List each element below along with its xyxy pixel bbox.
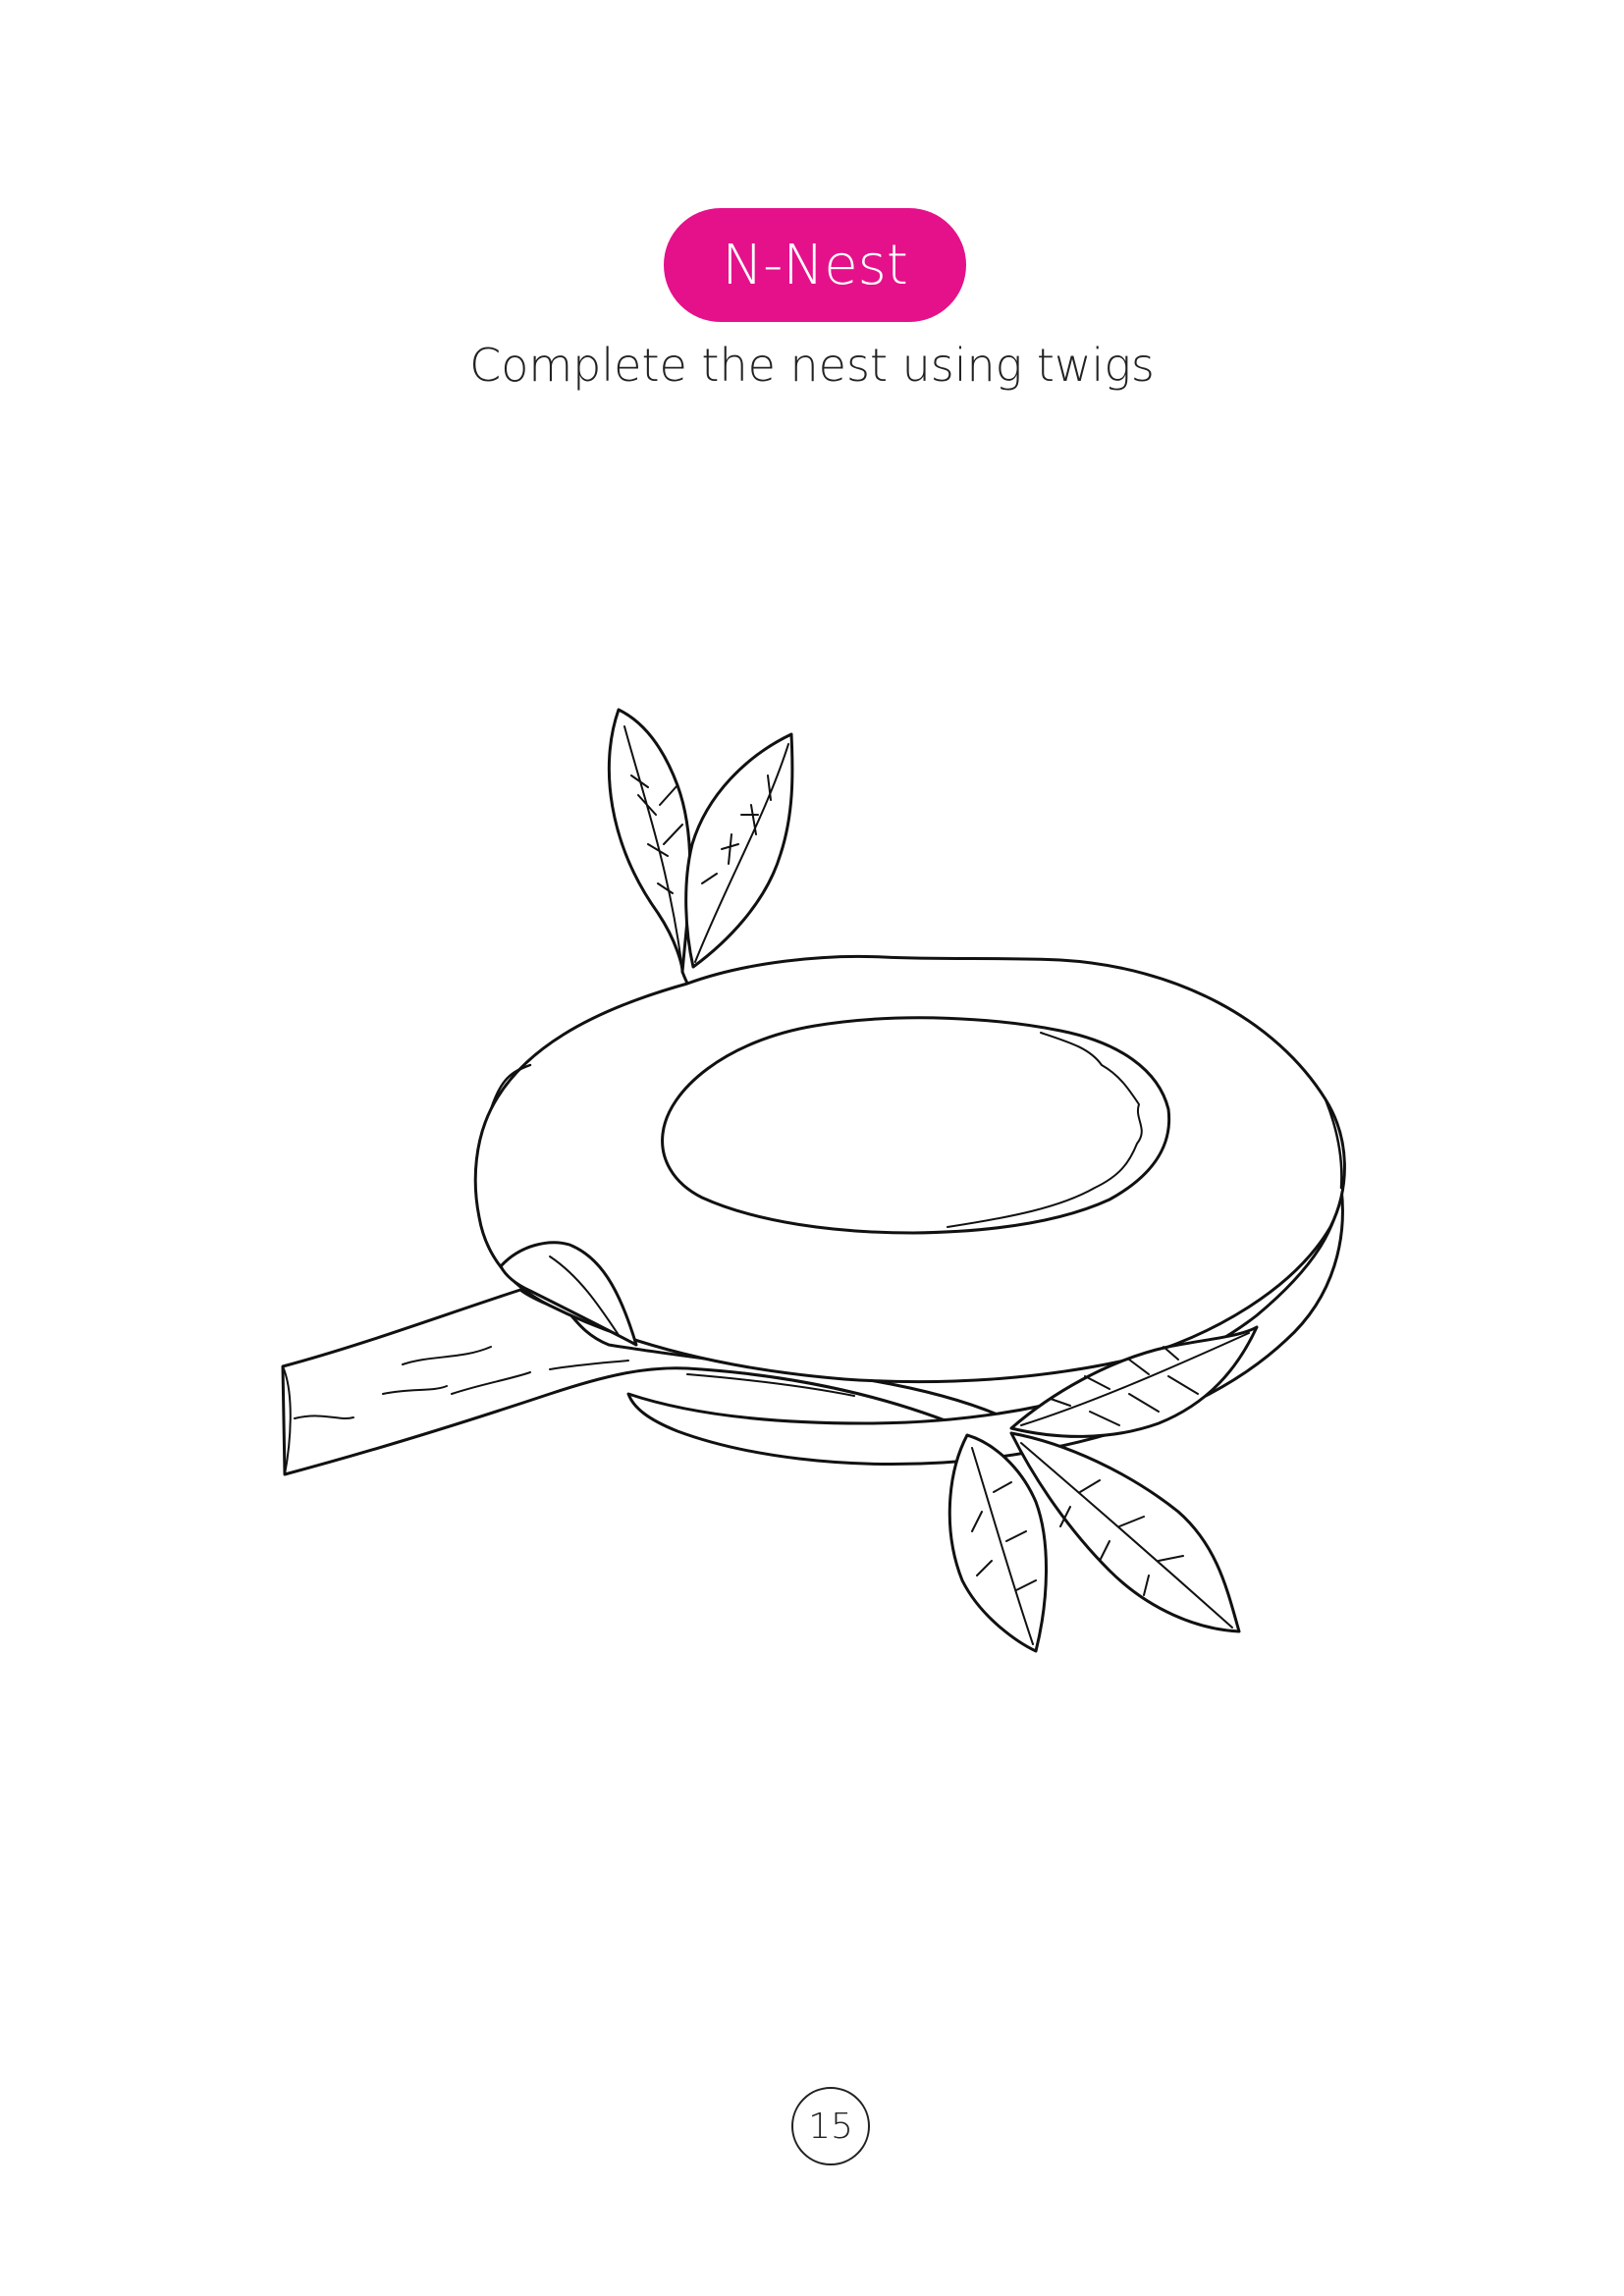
page-number-badge: 15 bbox=[791, 2087, 870, 2165]
upper-leaf-right bbox=[684, 732, 794, 969]
upper-leaves bbox=[607, 708, 794, 988]
upper-leaf-left bbox=[607, 708, 692, 974]
nest-illustration bbox=[281, 708, 1346, 1653]
worksheet-page: N-Nest Complete the nest using twigs 15 bbox=[0, 0, 1624, 2296]
page-number: 15 bbox=[808, 2106, 853, 2147]
nest-inner-cup bbox=[661, 1016, 1171, 1235]
